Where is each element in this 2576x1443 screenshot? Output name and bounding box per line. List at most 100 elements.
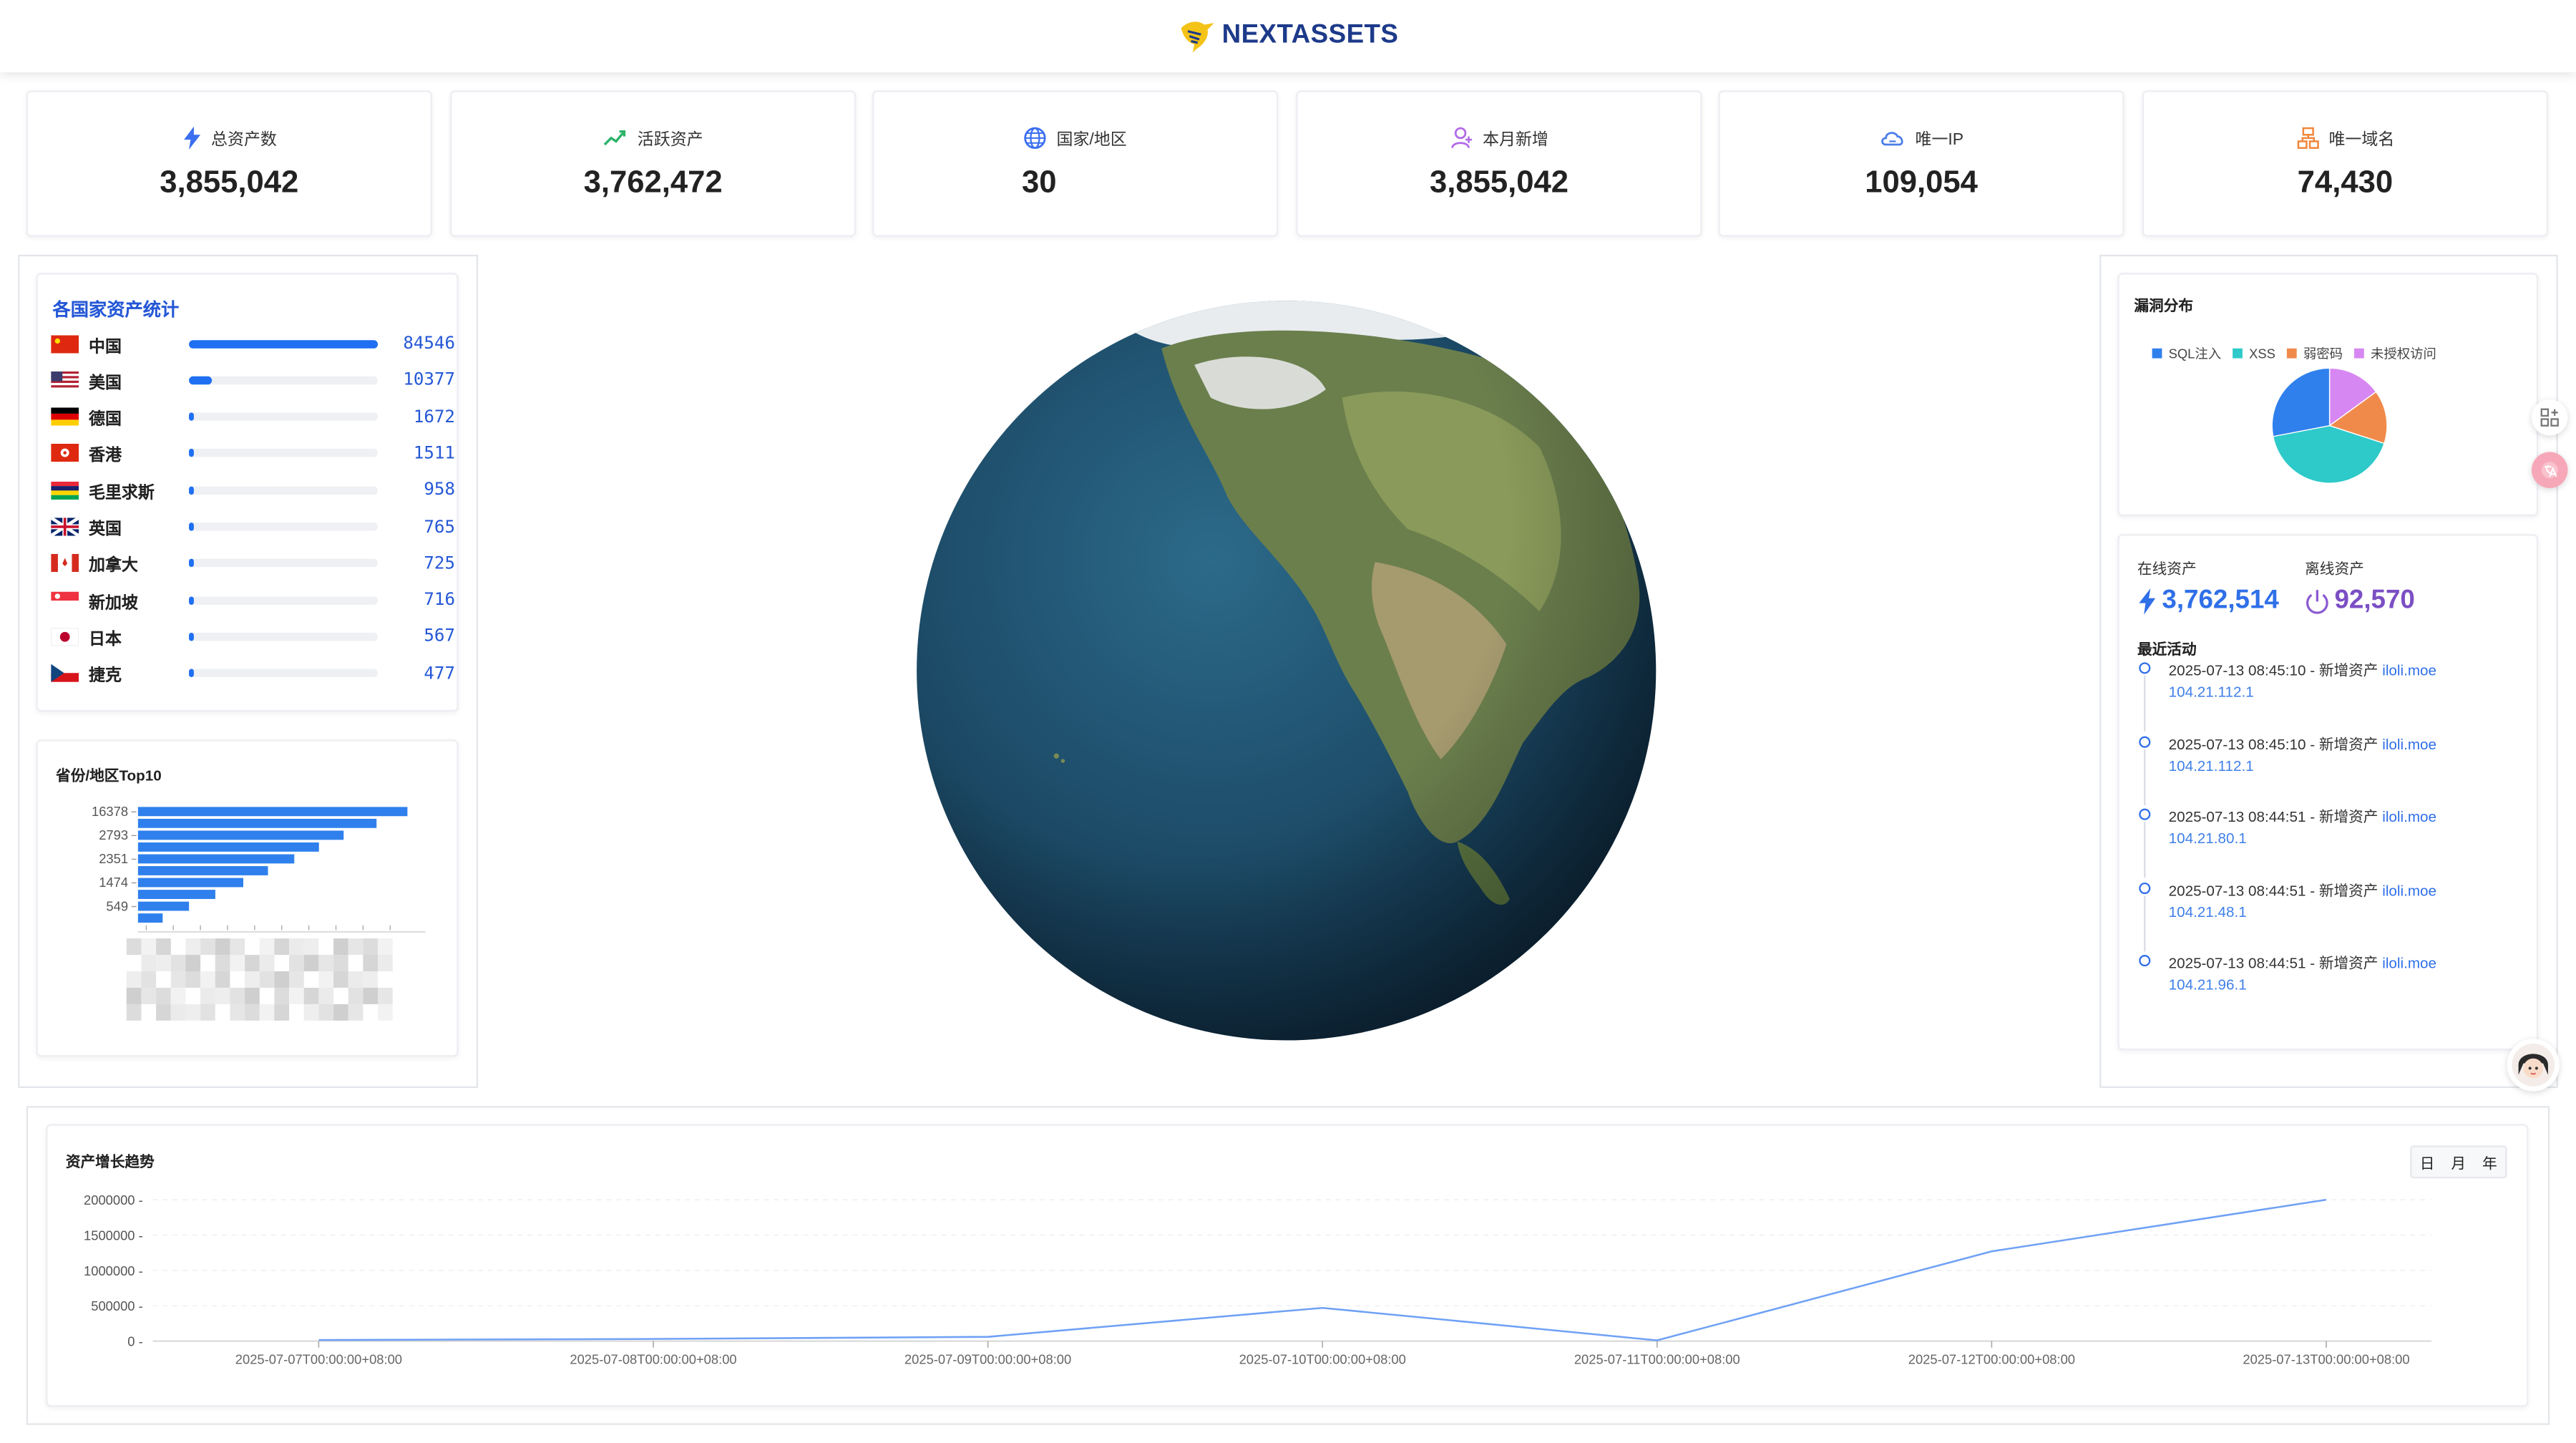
country-row[interactable]: 日本 567	[51, 623, 455, 650]
country-name: 日本	[88, 631, 122, 649]
country-bar	[189, 412, 379, 422]
stat-value: 109,054	[1865, 165, 1978, 201]
country-name: 美国	[88, 374, 122, 393]
activity-ip-link[interactable]: 104.21.112.1	[2169, 684, 2254, 700]
country-value: 725	[424, 553, 455, 573]
country-name: 加拿大	[88, 558, 138, 576]
province-tick-label: 16378	[92, 804, 128, 819]
country-row[interactable]: 德国 1672	[51, 404, 455, 430]
country-bar	[189, 376, 379, 384]
country-name: 英国	[88, 520, 122, 540]
province-tick-label: 1474	[99, 875, 128, 890]
activity-text: 2025-07-13 08:45:10 - 新增资产 iloli.moe	[2168, 662, 2437, 679]
sitemap-icon	[2296, 126, 2318, 148]
country-bar	[189, 339, 379, 348]
stat-label: 活跃资产	[637, 131, 703, 150]
flag-icon	[51, 371, 79, 389]
stat-label: 唯一域名	[2328, 131, 2395, 150]
power-icon	[2306, 590, 2328, 614]
online-value: 3,762,514	[2162, 586, 2279, 615]
earth-globe[interactable]	[915, 299, 1658, 1042]
eagle-logo-icon	[1181, 21, 1214, 53]
flag-icon	[51, 554, 79, 573]
country-value: 567	[424, 626, 455, 647]
timeline-dot-icon	[2139, 882, 2151, 894]
country-row[interactable]: 香港 1511	[51, 440, 455, 467]
activity-domain-link[interactable]: iloli.moe	[2382, 662, 2436, 679]
trend-card: 资产增长趋势 日月年 2000000 -1500000 -1000000 -50…	[46, 1124, 2529, 1407]
country-name: 德国	[88, 411, 122, 429]
translate-button[interactable]	[2531, 452, 2568, 488]
top-header: NEXTASSETS	[0, 0, 2576, 73]
stat-value: 30	[1022, 165, 1057, 201]
stat-value: 3,855,042	[1429, 165, 1569, 201]
activity-text: 2025-07-13 08:45:10 - 新增资产 iloli.moe	[2168, 735, 2437, 752]
activity-ip-link[interactable]: 104.21.80.1	[2169, 830, 2247, 847]
province-tick-label: 2793	[99, 827, 128, 842]
brand-logo[interactable]: NEXTASSETS	[1178, 18, 1399, 54]
qr-button[interactable]	[2531, 399, 2568, 436]
country-value: 1672	[413, 407, 455, 427]
province-bar	[137, 842, 319, 852]
activity-text: 2025-07-13 08:44:51 - 新增资产 iloli.moe	[2168, 882, 2437, 899]
country-value: 477	[424, 663, 455, 684]
flag-icon	[51, 407, 79, 426]
assistant-avatar[interactable]	[2507, 1039, 2560, 1092]
activity-text: 2025-07-13 08:44:51 - 新增资产 iloli.moe	[2168, 809, 2437, 826]
trend-up-icon	[603, 129, 626, 145]
stat-card-total: 总资产数 3,855,042	[26, 90, 432, 237]
activity-text: 2025-07-13 08:44:51 - 新增资产 iloli.moe	[2168, 955, 2437, 972]
country-row[interactable]: 捷克 477	[51, 660, 455, 686]
activity-domain-link[interactable]: iloli.moe	[2382, 956, 2436, 972]
province-redacted-labels	[126, 938, 393, 1021]
province-bar	[137, 866, 268, 875]
flag-icon	[51, 481, 79, 500]
activity-domain-link[interactable]: iloli.moe	[2382, 736, 2436, 752]
country-name: 新加坡	[88, 594, 138, 613]
country-row[interactable]: 加拿大 725	[51, 550, 455, 577]
stat-card-monthly-new: 本月新增 3,855,042	[1296, 90, 1702, 237]
timeline-dot-icon	[2139, 735, 2151, 747]
country-bar	[189, 559, 379, 568]
country-value: 765	[424, 517, 455, 537]
activity-domain-link[interactable]: iloli.moe	[2382, 809, 2436, 825]
trend-y-tick-label: 2000000 -	[84, 1192, 143, 1208]
stat-value: 3,855,042	[160, 165, 299, 201]
stat-label: 唯一IP	[1915, 131, 1964, 150]
country-value: 1511	[413, 443, 455, 464]
timeline-line	[2144, 895, 2146, 951]
brand-name: NEXTASSETS	[1221, 21, 1399, 49]
trend-x-tick-label: 2025-07-07T00:00:00+08:00	[235, 1352, 402, 1367]
trend-y-tick-label: 1500000 -	[84, 1228, 143, 1243]
province-tick-label: 2351	[99, 851, 128, 866]
activity-ip-link[interactable]: 104.21.112.1	[2169, 757, 2254, 774]
province-tick-label: 549	[106, 898, 128, 913]
offline-label: 离线资产	[2305, 560, 2364, 577]
timeline-line	[2144, 822, 2146, 878]
country-row[interactable]: 毛里求斯 958	[51, 477, 455, 503]
flag-icon	[51, 664, 79, 683]
flag-icon	[51, 591, 79, 609]
bolt-icon	[2139, 588, 2156, 615]
activity-ip-link[interactable]: 104.21.48.1	[2169, 903, 2247, 920]
timeline-line	[2144, 749, 2146, 805]
country-row[interactable]: 新加坡 716	[51, 587, 455, 613]
province-bar	[137, 818, 377, 828]
country-row[interactable]: 英国 765	[51, 514, 455, 540]
stat-value: 3,762,472	[583, 165, 723, 201]
activity-domain-link[interactable]: iloli.moe	[2382, 883, 2436, 899]
user-add-icon	[1450, 126, 1471, 147]
offline-value: 92,570	[2334, 586, 2415, 615]
activity-ip-link[interactable]: 104.21.96.1	[2169, 977, 2247, 993]
country-stats-card: 各国家资产统计 中国 84546 美国 10377 德国 1672 香港 1511 毛里求斯 95…	[36, 273, 459, 712]
country-bar	[189, 449, 379, 458]
vuln-card: 漏洞分布 SQL注入 XSS 弱密码 未授权访问	[2117, 273, 2539, 516]
province-bar	[137, 890, 215, 899]
country-bar	[189, 485, 379, 495]
country-row[interactable]: 美国 10377	[51, 367, 455, 394]
country-row[interactable]: 中国 84546	[51, 331, 455, 357]
country-name: 毛里求斯	[88, 484, 155, 502]
stat-label: 国家/地区	[1056, 131, 1127, 150]
timeline-dot-icon	[2139, 809, 2151, 821]
trend-y-tick-label: 1000000 -	[84, 1263, 143, 1278]
